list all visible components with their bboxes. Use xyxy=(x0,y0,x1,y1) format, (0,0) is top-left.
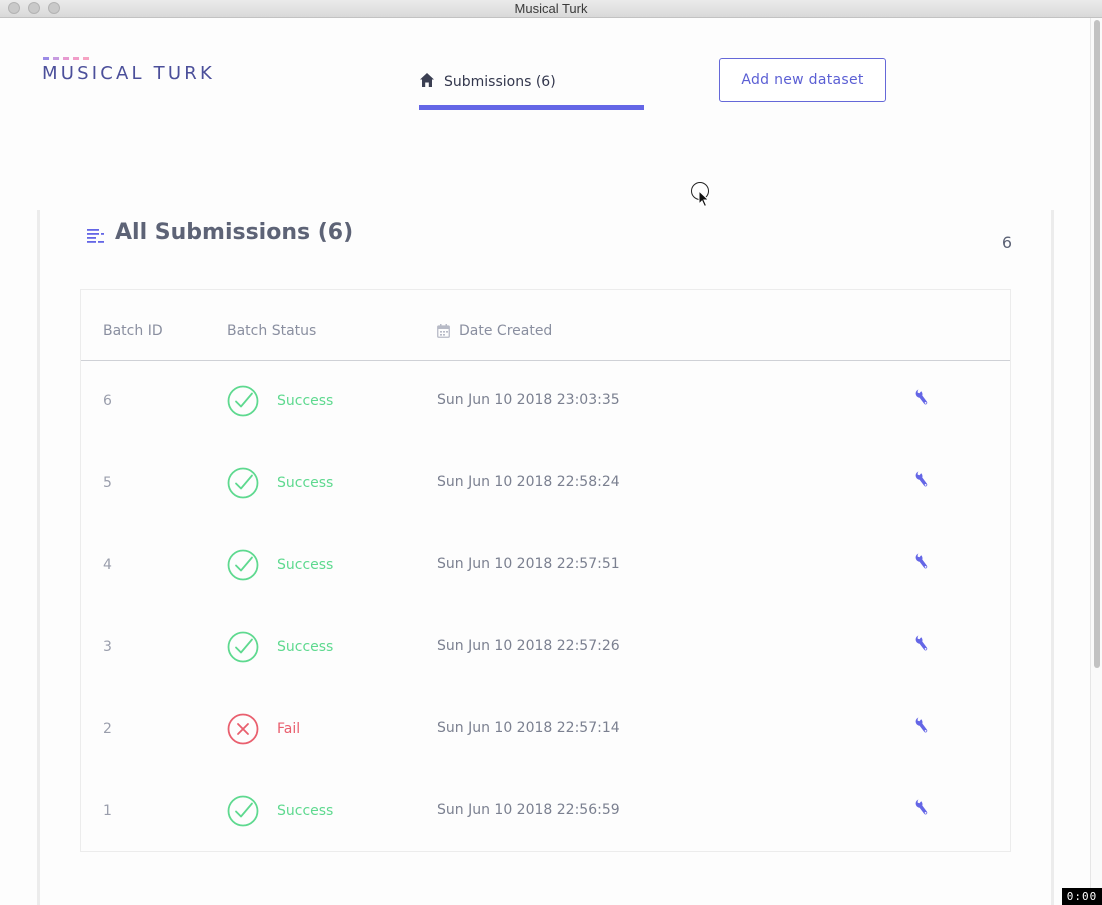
batch-status: Fail xyxy=(277,721,301,737)
date-created: Sun Jun 10 2018 22:57:51 xyxy=(437,556,620,572)
logo-dot xyxy=(63,57,69,60)
check-circle-icon xyxy=(227,631,259,663)
batch-status: Success xyxy=(277,639,334,655)
submissions-table: Batch ID Batch Status Date Created 6 Suc… xyxy=(80,289,1011,852)
logo-dot xyxy=(43,57,49,60)
table-row[interactable]: 4 Success Sun Jun 10 2018 22:57:51 xyxy=(81,524,1010,606)
column-header-batch-id[interactable]: Batch ID xyxy=(103,323,163,339)
submission-count: 6 xyxy=(1001,233,1012,252)
mouse-cursor-icon xyxy=(698,190,710,208)
date-created: Sun Jun 10 2018 22:57:14 xyxy=(437,720,620,736)
table-row[interactable]: 5 Success Sun Jun 10 2018 22:58:24 xyxy=(81,442,1010,524)
logo-dots xyxy=(43,57,91,60)
wrench-icon[interactable] xyxy=(913,552,929,570)
date-created: Sun Jun 10 2018 22:57:26 xyxy=(437,638,620,654)
title-bar: Musical Turk xyxy=(0,0,1102,18)
date-created: Sun Jun 10 2018 22:58:24 xyxy=(437,474,620,490)
logo-dot xyxy=(83,57,89,60)
card-title: All Submissions (6) xyxy=(115,220,354,245)
wrench-icon[interactable] xyxy=(913,798,929,816)
check-circle-icon xyxy=(227,467,259,499)
x-circle-icon xyxy=(227,713,259,745)
list-icon xyxy=(87,229,104,243)
tab-submissions[interactable]: Submissions (6) xyxy=(419,68,644,111)
wrench-icon[interactable] xyxy=(913,388,929,406)
home-icon xyxy=(420,73,434,87)
check-circle-icon xyxy=(227,795,259,827)
vertical-scrollbar[interactable] xyxy=(1090,18,1102,905)
table-row[interactable]: 1 Success Sun Jun 10 2018 22:56:59 xyxy=(81,770,1010,852)
date-created: Sun Jun 10 2018 22:56:59 xyxy=(437,802,620,818)
check-circle-icon xyxy=(227,385,259,417)
tab-submissions-label: Submissions (6) xyxy=(444,74,556,90)
column-header-date-created[interactable]: Date Created xyxy=(459,323,552,339)
batch-status: Success xyxy=(277,393,334,409)
batch-status: Success xyxy=(277,803,334,819)
table-row[interactable]: 6 Success Sun Jun 10 2018 23:03:35 xyxy=(81,360,1010,442)
batch-id: 3 xyxy=(103,639,112,655)
wrench-icon[interactable] xyxy=(913,470,929,488)
batch-id: 2 xyxy=(103,721,112,737)
batch-id: 1 xyxy=(103,803,112,819)
logo-text: MUSICAL TURK xyxy=(42,63,215,84)
wrench-icon[interactable] xyxy=(913,634,929,652)
date-created: Sun Jun 10 2018 23:03:35 xyxy=(437,392,620,408)
logo-dot xyxy=(73,57,79,60)
batch-status: Success xyxy=(277,557,334,573)
app-window: Musical Turk MUSICAL TURK Submissions (6… xyxy=(0,0,1102,905)
batch-id: 6 xyxy=(103,393,112,409)
scrollbar-thumb[interactable] xyxy=(1094,20,1100,668)
active-tab-indicator xyxy=(419,105,644,110)
recording-timer: 0:00 xyxy=(1062,888,1102,905)
batch-status: Success xyxy=(277,475,334,491)
batch-id: 4 xyxy=(103,557,112,573)
window-title: Musical Turk xyxy=(514,1,588,16)
wrench-icon[interactable] xyxy=(913,716,929,734)
table-header: Batch ID Batch Status Date Created xyxy=(81,290,1010,361)
check-circle-icon xyxy=(227,549,259,581)
table-row[interactable]: 3 Success Sun Jun 10 2018 22:57:26 xyxy=(81,606,1010,688)
calendar-icon xyxy=(437,324,450,338)
batch-id: 5 xyxy=(103,475,112,491)
add-new-dataset-button[interactable]: Add new dataset xyxy=(719,58,886,102)
logo-dot xyxy=(53,57,59,60)
column-header-batch-status[interactable]: Batch Status xyxy=(227,323,316,339)
table-row[interactable]: 2 Fail Sun Jun 10 2018 22:57:14 xyxy=(81,688,1010,770)
